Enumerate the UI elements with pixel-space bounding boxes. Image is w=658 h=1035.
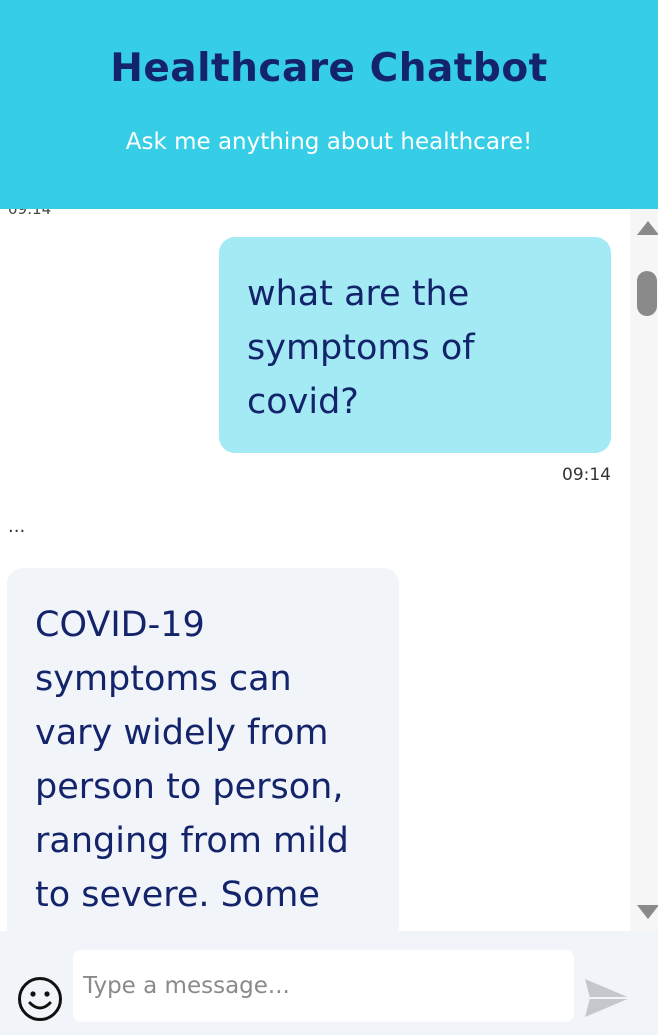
chat-header: Healthcare Chatbot Ask me anything about… (0, 0, 658, 209)
previous-timestamp: 09:14 (8, 209, 52, 218)
scroll-down-arrow-icon[interactable] (637, 905, 658, 919)
message-input[interactable] (73, 950, 574, 1022)
user-message-text: what are the symptoms of covid? (247, 274, 475, 422)
app-title: Healthcare Chatbot (110, 46, 548, 91)
user-message-bubble: what are the symptoms of covid? (219, 237, 611, 453)
scroll-up-arrow-icon[interactable] (637, 221, 658, 235)
typing-indicator: ... (8, 516, 26, 537)
bot-message-text: COVID-19 symptoms can vary widely from p… (35, 605, 349, 931)
paper-plane-send-icon[interactable] (584, 976, 632, 1020)
scrollbar-thumb[interactable] (637, 271, 657, 316)
chat-scrollbar[interactable] (630, 209, 658, 931)
app-subtitle: Ask me anything about healthcare! (125, 129, 533, 155)
message-list[interactable]: 09:14 what are the symptoms of covid? 09… (0, 209, 630, 931)
smiley-face-icon[interactable] (17, 976, 63, 1022)
message-composer (0, 931, 658, 1035)
message-timestamp: 09:14 (562, 465, 611, 485)
bot-message-bubble: COVID-19 symptoms can vary widely from p… (7, 568, 399, 931)
